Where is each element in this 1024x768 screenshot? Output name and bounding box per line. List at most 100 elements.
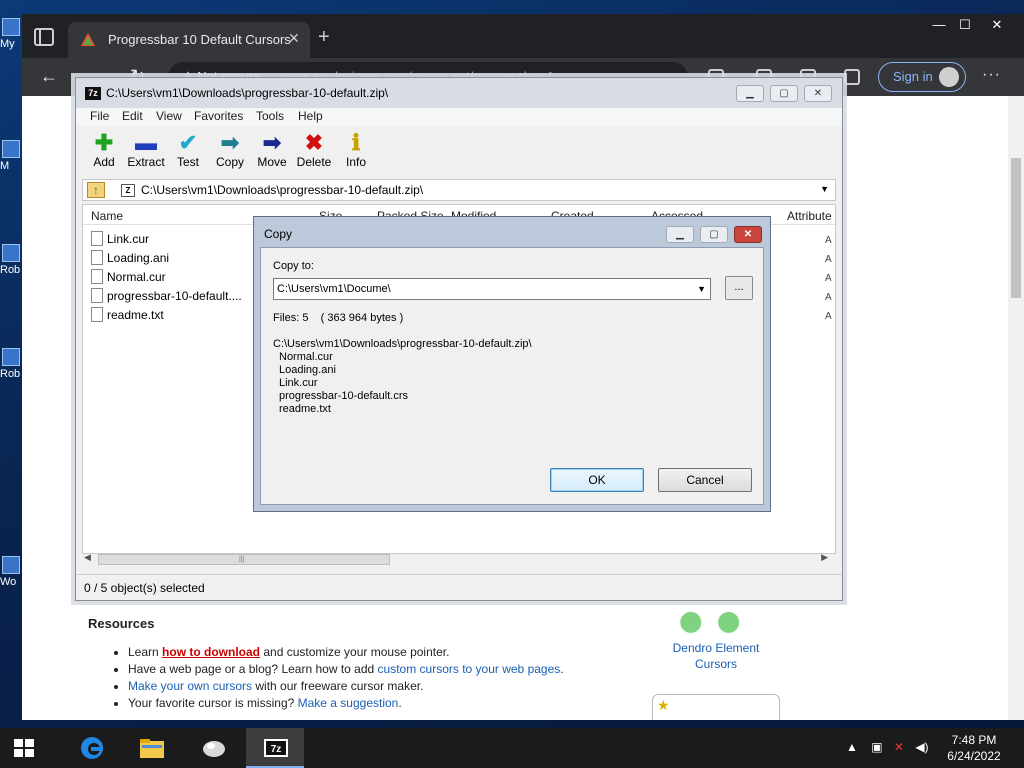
cursor-set-card[interactable]: Dendro Element Cursors: [652, 596, 780, 686]
file-icon: [91, 288, 103, 303]
toolbar: ✚ Add ▬ Extract ✔ Test ➡ Copy ➡ Move ✖ D…: [76, 127, 842, 177]
more-menu-button[interactable]: ···: [982, 66, 1001, 84]
list-item: Normal.cur: [279, 351, 333, 363]
desktop-icon-label: Rob: [0, 264, 21, 276]
chevron-up-icon[interactable]: ▲: [846, 740, 858, 754]
column-name[interactable]: Name: [91, 209, 123, 223]
how-to-download-link[interactable]: how to download: [162, 645, 260, 659]
file-name: readme.txt: [107, 308, 164, 322]
clock-date: 6/24/2022: [947, 749, 1001, 763]
menu-help[interactable]: Help: [298, 109, 323, 123]
file-row[interactable]: Link.cur: [91, 231, 149, 250]
star-icon: ★: [657, 697, 670, 713]
title-bar[interactable]: 7z C:\Users\vm1\Downloads\progressbar-10…: [76, 78, 842, 108]
desktop-icon[interactable]: Wo: [0, 556, 22, 588]
folder-icon: [140, 739, 164, 758]
destination-combo[interactable]: C:\Users\vm1\Docume\ ▼: [273, 278, 711, 300]
path-combo[interactable]: ↑ Z C:\Users\vm1\Downloads\progressbar-1…: [82, 179, 836, 201]
scroll-right-icon[interactable]: ▶: [821, 552, 828, 563]
menu-tools[interactable]: Tools: [256, 109, 284, 123]
cancel-button[interactable]: Cancel: [658, 468, 752, 492]
maximize-button[interactable]: ☐: [948, 16, 982, 36]
desktop-icon-label: Wo: [0, 576, 17, 588]
menu-file[interactable]: File: [90, 109, 109, 123]
tab-close-icon[interactable]: ✕: [288, 30, 300, 47]
extract-button[interactable]: ▬ Extract: [124, 131, 168, 170]
make-cursors-link[interactable]: Make your own cursors: [128, 679, 252, 693]
scroll-left-icon[interactable]: ◀: [84, 552, 91, 563]
dialog-body: Copy to: C:\Users\vm1\Docume\ ▼ ... File…: [260, 247, 764, 505]
maximize-button[interactable]: ▢: [700, 226, 728, 243]
menu-favorites[interactable]: Favorites: [194, 109, 243, 123]
list-item: progressbar-10-default.crs: [279, 390, 409, 402]
desktop-icon[interactable]: My: [0, 18, 22, 50]
alert-icon[interactable]: ✕: [894, 740, 904, 754]
move-label: Move: [257, 155, 287, 169]
make-suggestion-link[interactable]: Make a suggestion: [298, 696, 399, 710]
clock[interactable]: 7:48 PM 6/24/2022: [946, 732, 1002, 764]
custom-cursors-link[interactable]: custom cursors to your web pages: [378, 662, 561, 676]
up-folder-icon[interactable]: ↑: [87, 182, 105, 198]
tab-title: Progressbar 10 Default Cursors: [108, 32, 291, 47]
menu-bar: File Edit View Favorites Tools Help: [76, 108, 842, 126]
file-row[interactable]: Loading.ani: [91, 250, 169, 269]
sign-in-label: Sign in: [893, 69, 933, 84]
test-button[interactable]: ✔ Test: [166, 131, 210, 170]
taskbar-file-explorer[interactable]: [122, 728, 180, 768]
system-tray[interactable]: ▲ ▣ ✕ ◀): [846, 740, 929, 754]
copy-to-label: Copy to:: [273, 260, 314, 272]
cursor-set-card[interactable]: ★: [652, 694, 780, 720]
chevron-down-icon[interactable]: ▼: [697, 284, 706, 294]
selection-status: 0 / 5 object(s) selected: [84, 581, 205, 595]
scrollbar-thumb[interactable]: [1011, 158, 1021, 298]
tab-actions-icon[interactable]: [34, 28, 54, 46]
delete-button[interactable]: ✖ Delete: [292, 131, 336, 170]
sign-in-button[interactable]: Sign in: [878, 62, 966, 92]
chevron-down-icon[interactable]: ▼: [820, 184, 829, 194]
computer-icon: [2, 18, 20, 36]
copy-label: Copy: [215, 155, 244, 169]
card-caption: Cursors: [694, 657, 737, 671]
taskbar-7zip[interactable]: 7z: [246, 728, 304, 768]
new-tab-button[interactable]: +: [318, 26, 330, 49]
network-icon[interactable]: ▣: [871, 740, 882, 754]
scrollbar-thumb[interactable]: |||: [98, 554, 390, 565]
column-attribute[interactable]: Attribute: [787, 209, 832, 223]
maximize-button[interactable]: ▢: [770, 85, 798, 102]
horizontal-scrollbar[interactable]: ◀ ||| ▶: [84, 552, 828, 567]
list-item: Link.cur: [279, 377, 318, 389]
file-name: Normal.cur: [107, 270, 166, 284]
taskbar-cursor-app[interactable]: [184, 728, 242, 768]
destination-value: C:\Users\vm1\Docume\: [277, 283, 391, 295]
minimize-button[interactable]: ▁: [666, 226, 694, 243]
close-button[interactable]: ✕: [980, 16, 1014, 36]
file-row[interactable]: Normal.cur: [91, 269, 166, 288]
copy-button[interactable]: ➡ Copy: [208, 131, 252, 170]
close-button[interactable]: ✕: [734, 226, 762, 243]
file-row[interactable]: progressbar-10-default....: [91, 288, 242, 307]
taskbar-edge[interactable]: [62, 728, 120, 768]
volume-icon[interactable]: ◀): [915, 740, 928, 754]
menu-edit[interactable]: Edit: [122, 109, 143, 123]
close-button[interactable]: ✕: [804, 85, 832, 102]
minimize-button[interactable]: ▁: [736, 85, 764, 102]
browser-tab[interactable]: Progressbar 10 Default Cursors ✕: [68, 22, 310, 58]
sevenzip-icon: 7z: [85, 87, 101, 100]
back-button[interactable]: ←: [40, 66, 58, 87]
ok-button[interactable]: OK: [550, 468, 644, 492]
menu-view[interactable]: View: [156, 109, 182, 123]
mouse-icon: [203, 741, 225, 757]
vertical-scrollbar[interactable]: [1008, 96, 1024, 720]
file-name: Link.cur: [107, 232, 150, 246]
move-button[interactable]: ➡ Move: [250, 131, 294, 170]
add-button[interactable]: ✚ Add: [82, 131, 126, 170]
desktop-icon[interactable]: M: [0, 140, 22, 172]
info-button[interactable]: ℹ Info: [334, 131, 378, 170]
downloads-icon[interactable]: [844, 69, 860, 85]
list-item: Learn how to download and customize your…: [128, 645, 648, 659]
file-row[interactable]: readme.txt: [91, 307, 164, 326]
desktop-icon[interactable]: Rob: [0, 244, 22, 276]
desktop-icon[interactable]: Rob: [0, 348, 22, 380]
start-button[interactable]: [14, 739, 34, 757]
browse-button[interactable]: ...: [725, 276, 753, 300]
